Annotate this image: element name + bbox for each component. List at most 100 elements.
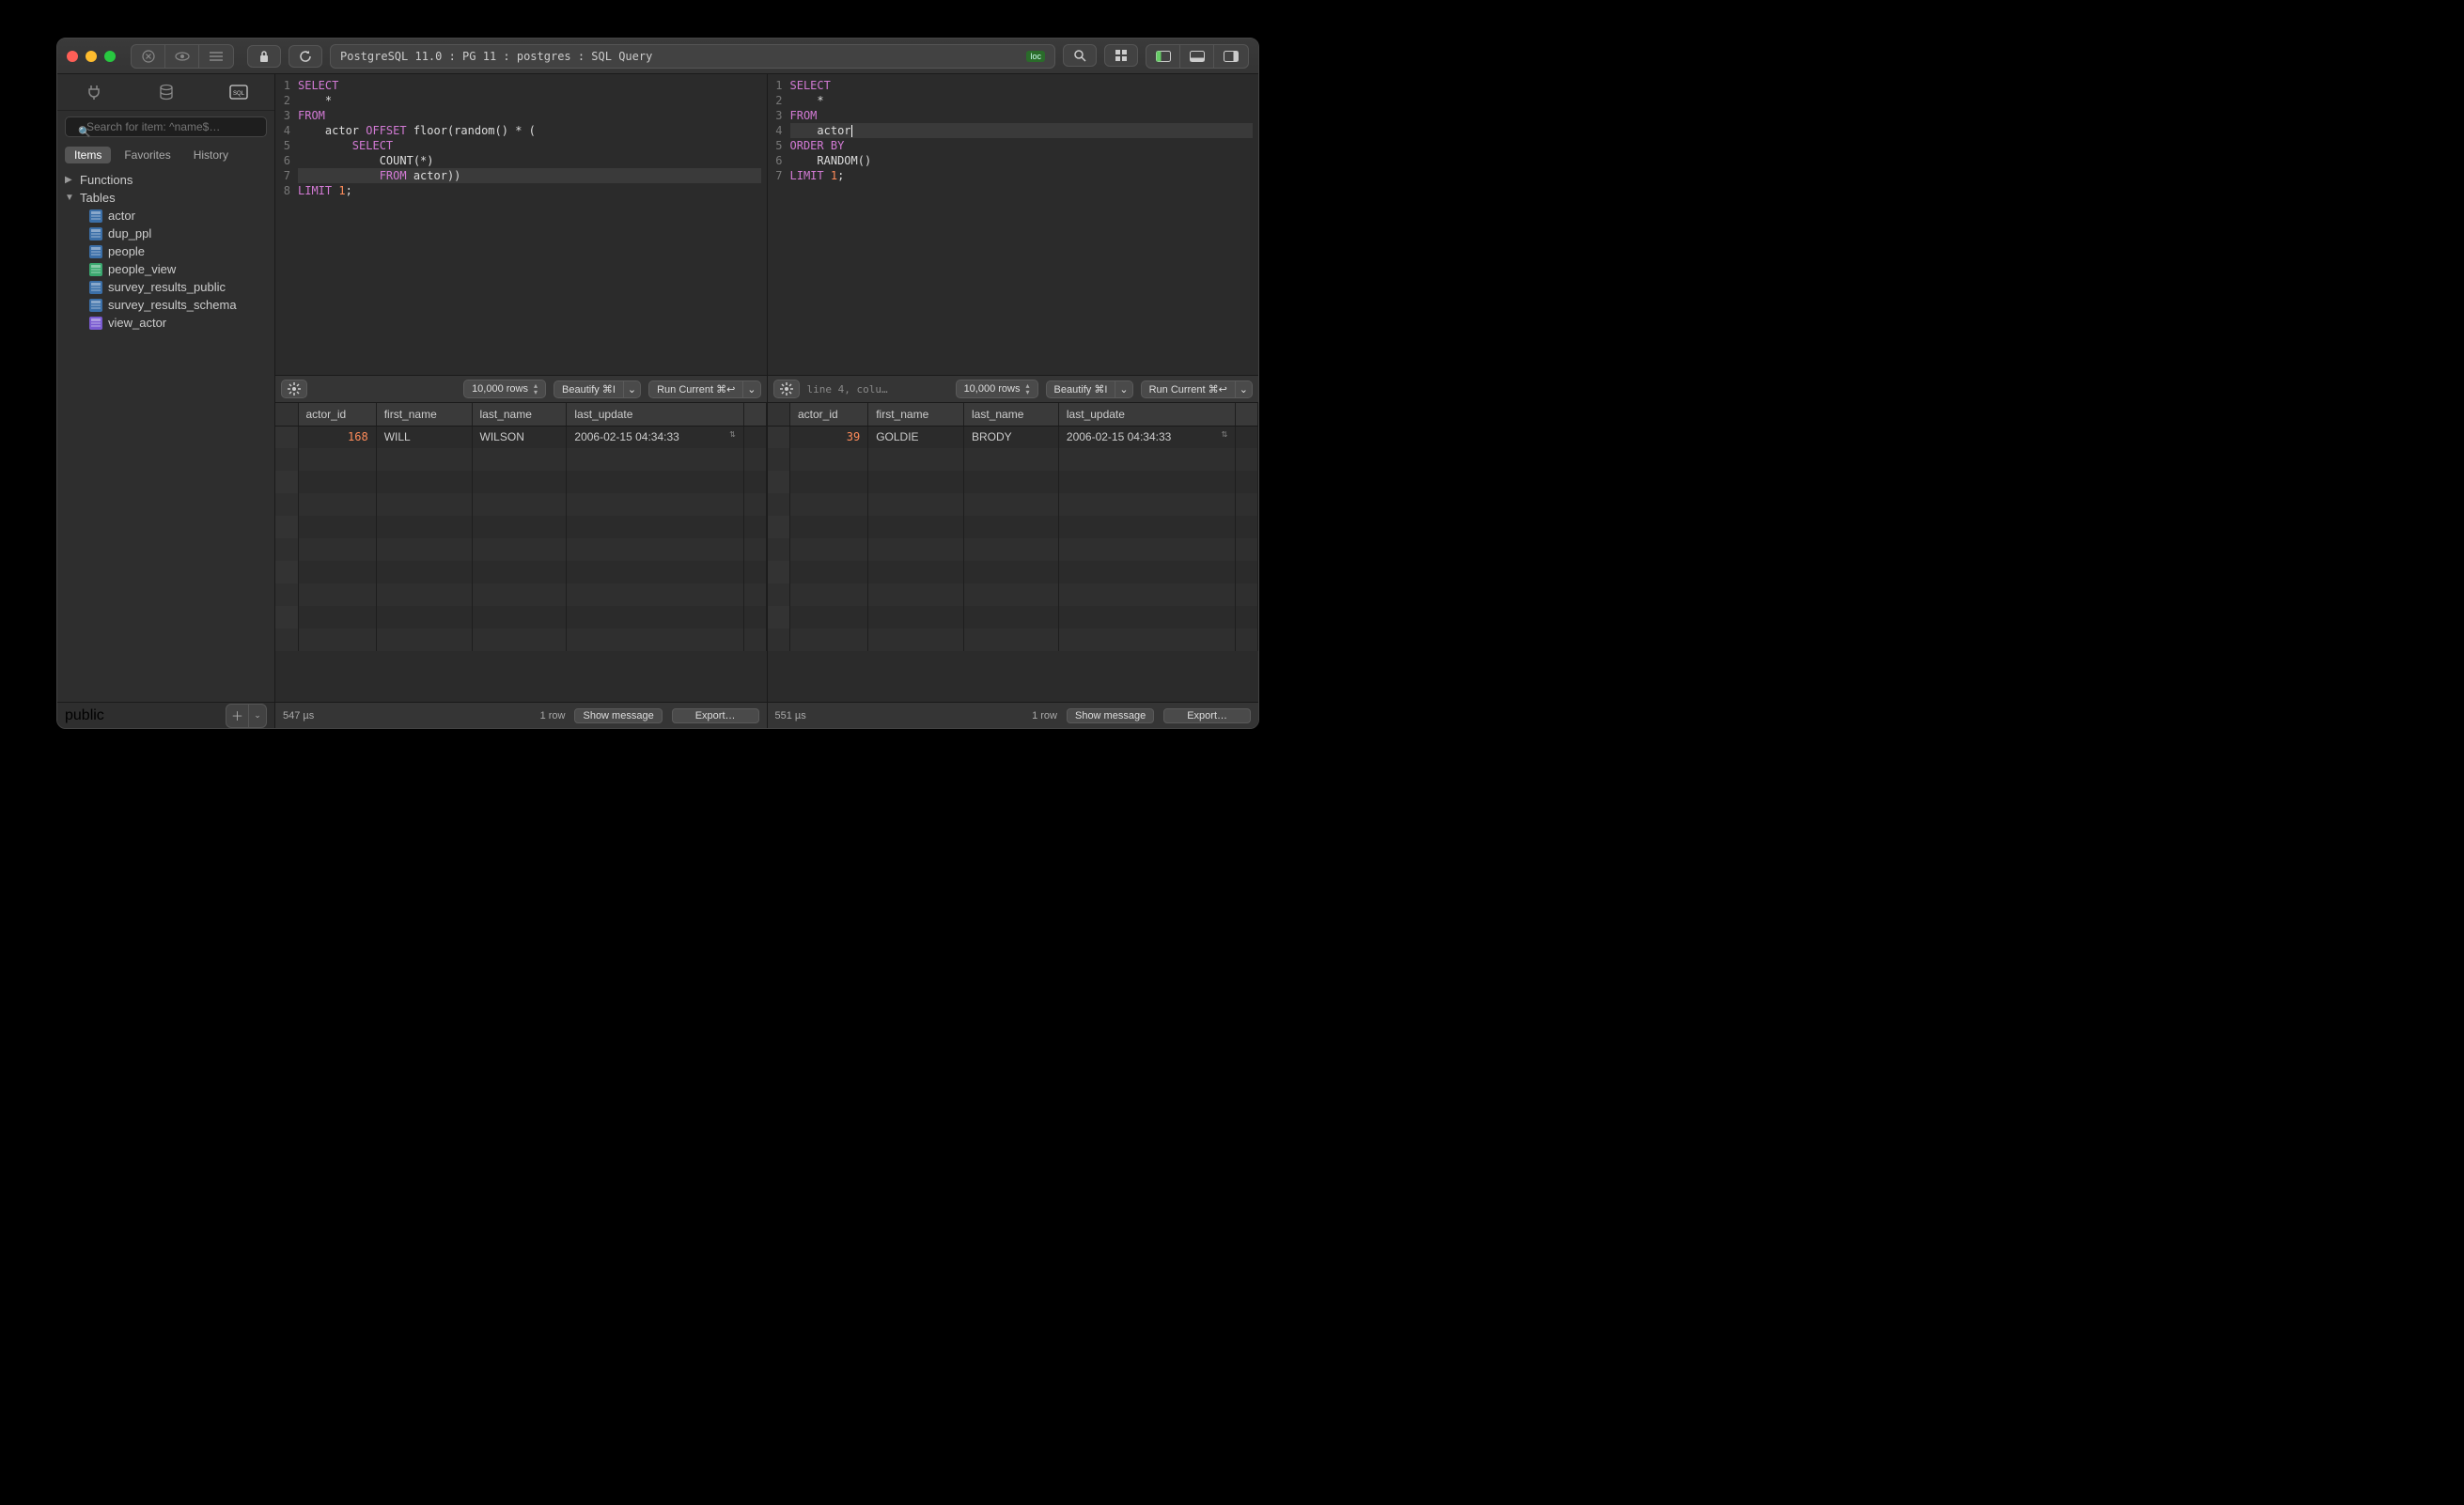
table-row[interactable] <box>275 606 766 628</box>
cell[interactable] <box>567 606 743 628</box>
beautify-menu[interactable]: ⌄ <box>624 380 641 398</box>
table-row[interactable] <box>768 448 1258 471</box>
cell[interactable] <box>1058 516 1235 538</box>
col-actor_id[interactable]: actor_id <box>790 403 868 426</box>
cell[interactable] <box>376 628 472 651</box>
col-last_name[interactable]: last_name <box>964 403 1059 426</box>
table-row[interactable] <box>768 538 1258 561</box>
table-row[interactable] <box>275 628 766 651</box>
table-row[interactable] <box>275 516 766 538</box>
cell[interactable] <box>868 606 964 628</box>
table-row[interactable] <box>768 516 1258 538</box>
cell[interactable] <box>567 493 743 516</box>
close-window[interactable] <box>67 51 78 62</box>
cell[interactable]: WILSON <box>472 426 567 448</box>
cell[interactable]: GOLDIE <box>868 426 964 448</box>
col-actor_id[interactable]: actor_id <box>298 403 376 426</box>
show-message-button[interactable]: Show message <box>574 708 662 723</box>
cell[interactable]: WILL <box>376 426 472 448</box>
beautify-menu[interactable]: ⌄ <box>1115 380 1132 398</box>
show-message-button[interactable]: Show message <box>1067 708 1154 723</box>
cell[interactable] <box>567 516 743 538</box>
cell[interactable] <box>298 628 376 651</box>
col-first_name[interactable]: first_name <box>868 403 964 426</box>
cell[interactable] <box>964 448 1059 471</box>
table-row[interactable]: 168WILLWILSON2006-02-15 04:34:33⇅ <box>275 426 766 448</box>
run-button[interactable]: Run Current ⌘↩ <box>648 380 743 398</box>
cell[interactable] <box>1058 493 1235 516</box>
cell[interactable] <box>298 606 376 628</box>
cell[interactable]: 2006-02-15 04:34:33⇅ <box>567 426 743 448</box>
settings-button[interactable] <box>773 380 800 398</box>
search-button[interactable] <box>1063 44 1097 67</box>
table-row[interactable] <box>768 628 1258 651</box>
cell[interactable] <box>298 493 376 516</box>
cell[interactable] <box>790 606 868 628</box>
cell[interactable] <box>472 561 567 583</box>
cell[interactable] <box>376 606 472 628</box>
minimize-window[interactable] <box>86 51 97 62</box>
cell[interactable] <box>964 561 1059 583</box>
cell[interactable] <box>868 493 964 516</box>
run-menu[interactable]: ⌄ <box>743 380 760 398</box>
cell[interactable] <box>298 538 376 561</box>
list-button[interactable] <box>199 45 233 68</box>
settings-button[interactable] <box>281 380 307 398</box>
mode-database-icon[interactable] <box>138 80 195 104</box>
cell[interactable] <box>298 561 376 583</box>
table-row[interactable] <box>275 471 766 493</box>
code-area[interactable]: SELECT *FROM actor OFFSET floor(random()… <box>294 74 767 375</box>
col-last_name[interactable]: last_name <box>472 403 567 426</box>
add-menu-chevron[interactable]: ⌄ <box>249 705 266 727</box>
col-last_update[interactable]: last_update <box>1058 403 1235 426</box>
schema-selector[interactable]: public <box>65 707 220 724</box>
cell[interactable] <box>567 448 743 471</box>
col-last_update[interactable]: last_update <box>567 403 743 426</box>
beautify-button[interactable]: Beautify ⌘I <box>1046 380 1116 398</box>
tree-tables[interactable]: ▼ Tables <box>57 189 274 207</box>
cell[interactable] <box>472 493 567 516</box>
cell[interactable] <box>472 583 567 606</box>
cell[interactable] <box>472 606 567 628</box>
col-first_name[interactable]: first_name <box>376 403 472 426</box>
cancel-button[interactable] <box>132 45 165 68</box>
cell[interactable] <box>376 538 472 561</box>
lock-button[interactable] <box>247 45 281 68</box>
cell[interactable] <box>472 538 567 561</box>
grid-button[interactable] <box>1104 44 1138 67</box>
cell[interactable] <box>964 493 1059 516</box>
results-grid[interactable]: actor_idfirst_namelast_namelast_update16… <box>275 403 767 702</box>
cell[interactable] <box>472 448 567 471</box>
add-button[interactable]: ＋ <box>226 705 249 727</box>
cell[interactable] <box>567 561 743 583</box>
cell[interactable] <box>298 516 376 538</box>
cell[interactable] <box>472 628 567 651</box>
rows-limit-selector[interactable]: 10,000 rows▴▾ <box>956 380 1038 398</box>
cell[interactable] <box>868 583 964 606</box>
cell[interactable] <box>964 471 1059 493</box>
cell[interactable]: 168 <box>298 426 376 448</box>
toggle-left-panel[interactable] <box>1146 45 1180 68</box>
cell[interactable] <box>1058 448 1235 471</box>
cell[interactable] <box>868 538 964 561</box>
results-grid[interactable]: actor_idfirst_namelast_namelast_update39… <box>768 403 1259 702</box>
export-button[interactable]: Export… <box>1163 708 1251 723</box>
run-button[interactable]: Run Current ⌘↩ <box>1141 380 1236 398</box>
cell[interactable] <box>376 448 472 471</box>
search-input[interactable] <box>65 116 267 137</box>
cell[interactable] <box>868 561 964 583</box>
code-area[interactable]: SELECT *FROM actorORDER BY RANDOM()LIMIT… <box>787 74 1259 375</box>
rows-limit-selector[interactable]: 10,000 rows▴▾ <box>463 380 546 398</box>
table-row[interactable] <box>275 538 766 561</box>
run-menu[interactable]: ⌄ <box>1236 380 1253 398</box>
sql-editor[interactable]: 1234567SELECT *FROM actorORDER BY RANDOM… <box>768 74 1259 375</box>
cell[interactable] <box>964 583 1059 606</box>
table-row[interactable] <box>275 583 766 606</box>
cell[interactable] <box>868 628 964 651</box>
beautify-button[interactable]: Beautify ⌘I <box>554 380 624 398</box>
tab-history[interactable]: History <box>184 147 238 163</box>
table-row[interactable] <box>768 606 1258 628</box>
cell[interactable] <box>567 471 743 493</box>
tree-table-survey_results_schema[interactable]: survey_results_schema <box>57 296 274 314</box>
cell[interactable] <box>1058 628 1235 651</box>
